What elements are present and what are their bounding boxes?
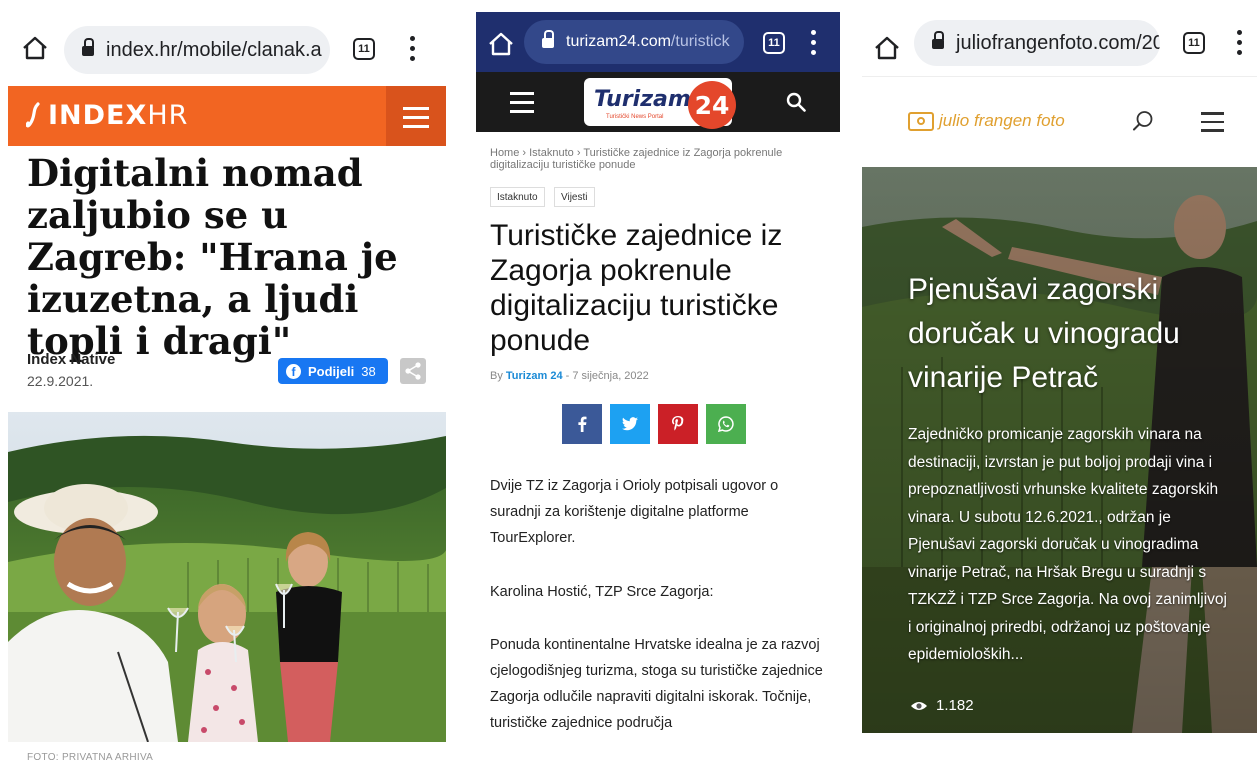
logo-text: julio frangen foto <box>939 111 1065 130</box>
browser-toolbar: turizam24.com/turistick 11 <box>476 12 840 72</box>
camera-logo-icon <box>908 111 934 131</box>
address-bar[interactable]: juliofrangenfoto.com/20 <box>914 20 1160 66</box>
address-domain: turizam24.com <box>566 33 671 50</box>
article-author[interactable]: Index Native <box>27 351 115 368</box>
article-date: - 7 siječnja, 2022 <box>562 370 649 382</box>
logo-tagline: Turistički News Portal <box>606 114 664 120</box>
more-menu-icon[interactable] <box>1236 30 1242 56</box>
julio-frangen-foto-panel: juliofrangenfoto.com/20 11 julio frangen… <box>862 0 1257 763</box>
article-paragraph: Ponuda kontinentalne Hrvatske idealna je… <box>490 637 823 731</box>
logo-word: Turizam <box>594 87 691 112</box>
facebook-share-button[interactable] <box>562 404 602 444</box>
share-icon <box>405 362 421 380</box>
twitter-share-button[interactable] <box>610 404 650 444</box>
article-title: Digitalni nomad zaljubio se u Zagreb: "H… <box>27 151 398 363</box>
facebook-share-button[interactable]: f Podijeli 38 <box>278 358 388 384</box>
twitter-icon <box>622 417 638 431</box>
more-menu-icon[interactable] <box>810 30 816 56</box>
tab-switcher-button[interactable]: 11 <box>1183 32 1205 54</box>
lock-icon <box>82 38 94 57</box>
site-logo[interactable]: Turizam Turistički News Portal 24 <box>584 78 736 129</box>
article-byline: By Turizam 24 - 7 siječnja, 2022 <box>490 370 649 382</box>
article-title: Turističke zajednice iz Zagorja pokrenul… <box>490 219 783 357</box>
byline-prefix: By <box>490 370 503 382</box>
address-path: /turistick <box>670 33 730 50</box>
article-photo <box>8 412 446 742</box>
eye-icon <box>911 701 927 710</box>
view-counter: 1.182 <box>910 697 974 714</box>
share-button[interactable] <box>400 358 426 384</box>
browser-toolbar: juliofrangenfoto.com/20 11 <box>862 0 1257 84</box>
search-icon[interactable] <box>786 92 806 112</box>
lock-icon <box>542 30 554 49</box>
facebook-icon <box>578 416 587 432</box>
logo-brand: INDEX <box>48 100 148 131</box>
site-header: Turizam Turistički News Portal 24 <box>476 72 840 132</box>
hamburger-menu-icon[interactable] <box>386 86 446 146</box>
logo-mark-icon <box>25 102 40 128</box>
browser-toolbar: index.hr/mobile/clanak.a 11 <box>0 0 455 84</box>
share-label: Podijeli <box>308 363 355 379</box>
site-logo[interactable]: julio frangen foto <box>908 110 1065 132</box>
logo-suffix: HR <box>147 100 189 131</box>
address-bar[interactable]: turizam24.com/turistick <box>524 20 744 64</box>
site-logo[interactable]: INDEXHR <box>25 100 189 131</box>
breadcrumb[interactable]: Home › Istaknuto › Turističke zajednice … <box>490 147 810 171</box>
address-bar[interactable]: index.hr/mobile/clanak.a <box>64 26 330 74</box>
whatsapp-share-button[interactable] <box>706 404 746 444</box>
pinterest-icon <box>672 416 684 431</box>
hamburger-menu-icon[interactable] <box>1201 112 1224 138</box>
turizam24-panel: turizam24.com/turistick 11 Turizam Turis… <box>476 0 840 763</box>
address-url: juliofrangenfoto.com/20 <box>956 31 1160 54</box>
address-url: index.hr/mobile/clanak.a <box>106 38 322 61</box>
more-menu-icon[interactable] <box>409 36 415 62</box>
article-paragraph: Dvije TZ iz Zagorja i Orioly potpisali u… <box>490 478 779 546</box>
article-date: 22.9.2021. <box>27 373 94 389</box>
article-paragraph: Karolina Hostić, TZP Srce Zagorja: <box>490 584 714 600</box>
header-divider <box>862 76 1257 77</box>
article-excerpt: Zajedničko promicanje zagorskih vinara n… <box>908 426 1227 663</box>
article-title[interactable]: Pjenušavi zagorski doručak u vinogradu v… <box>908 268 1238 400</box>
facebook-icon: f <box>286 363 301 379</box>
index-hr-panel: index.hr/mobile/clanak.a 11 INDEXHR Digi… <box>0 0 455 763</box>
home-icon[interactable] <box>22 36 48 60</box>
tab-switcher-button[interactable]: 11 <box>353 38 375 60</box>
site-header: INDEXHR <box>8 86 446 146</box>
tag-istaknuto[interactable]: Istaknuto <box>490 187 545 207</box>
home-icon[interactable] <box>874 36 900 60</box>
article-author[interactable]: Turizam 24 <box>506 370 563 382</box>
lock-icon <box>932 31 944 50</box>
home-icon[interactable] <box>488 32 514 56</box>
share-count: 38 <box>361 363 376 379</box>
search-icon[interactable] <box>1132 110 1154 132</box>
tab-switcher-button[interactable]: 11 <box>763 32 785 54</box>
logo-number: 24 <box>688 81 736 129</box>
tag-vijesti[interactable]: Vijesti <box>554 187 595 207</box>
hamburger-menu-icon[interactable] <box>510 92 534 119</box>
pinterest-share-button[interactable] <box>658 404 698 444</box>
view-count: 1.182 <box>936 697 974 714</box>
photo-caption: FOTO: PRIVATNA ARHIVA <box>27 752 154 763</box>
whatsapp-icon <box>718 416 734 432</box>
